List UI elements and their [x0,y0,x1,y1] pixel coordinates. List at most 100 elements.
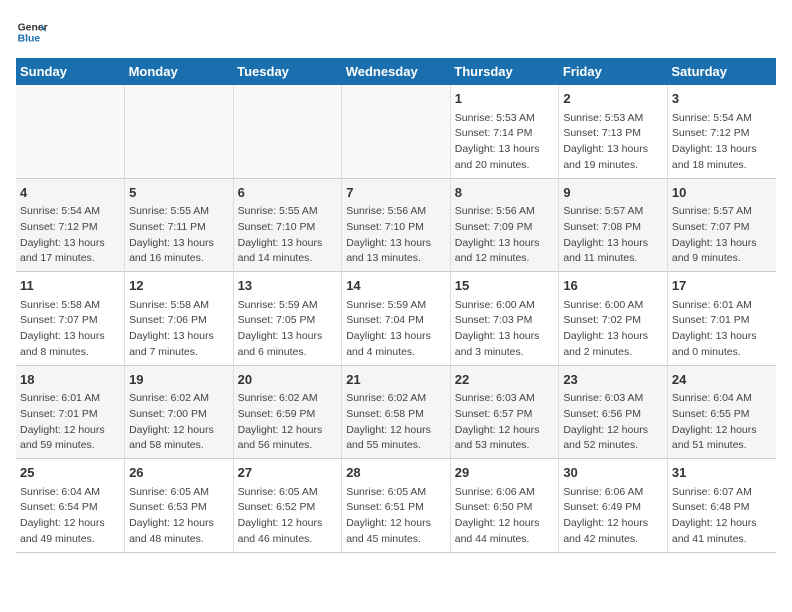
day-number: 12 [129,276,229,296]
svg-text:Blue: Blue [18,34,41,45]
day-info: Sunrise: 6:06 AM Sunset: 6:50 PM Dayligh… [455,485,555,548]
calendar-cell: 7Sunrise: 5:56 AM Sunset: 7:10 PM Daylig… [342,178,451,272]
day-number: 24 [672,370,772,390]
day-info: Sunrise: 5:56 AM Sunset: 7:10 PM Dayligh… [346,204,446,267]
calendar-cell: 21Sunrise: 6:02 AM Sunset: 6:58 PM Dayli… [342,365,451,459]
day-number: 25 [20,463,120,483]
day-number: 22 [455,370,555,390]
calendar-cell: 23Sunrise: 6:03 AM Sunset: 6:56 PM Dayli… [559,365,668,459]
day-number: 18 [20,370,120,390]
day-info: Sunrise: 5:57 AM Sunset: 7:07 PM Dayligh… [672,204,772,267]
calendar-cell: 29Sunrise: 6:06 AM Sunset: 6:50 PM Dayli… [450,459,559,553]
calendar-cell: 11Sunrise: 5:58 AM Sunset: 7:07 PM Dayli… [16,272,125,366]
calendar-cell: 10Sunrise: 5:57 AM Sunset: 7:07 PM Dayli… [667,178,776,272]
day-number: 17 [672,276,772,296]
day-header: Friday [559,58,668,85]
calendar-cell: 4Sunrise: 5:54 AM Sunset: 7:12 PM Daylig… [16,178,125,272]
day-number: 15 [455,276,555,296]
calendar-cell: 15Sunrise: 6:00 AM Sunset: 7:03 PM Dayli… [450,272,559,366]
day-number: 5 [129,183,229,203]
calendar-cell: 24Sunrise: 6:04 AM Sunset: 6:55 PM Dayli… [667,365,776,459]
day-number: 20 [238,370,338,390]
calendar-cell: 26Sunrise: 6:05 AM Sunset: 6:53 PM Dayli… [125,459,234,553]
calendar-week-row: 1Sunrise: 5:53 AM Sunset: 7:14 PM Daylig… [16,85,776,178]
calendar-cell: 2Sunrise: 5:53 AM Sunset: 7:13 PM Daylig… [559,85,668,178]
day-number: 13 [238,276,338,296]
day-number: 19 [129,370,229,390]
calendar-cell: 17Sunrise: 6:01 AM Sunset: 7:01 PM Dayli… [667,272,776,366]
day-number: 21 [346,370,446,390]
day-header: Monday [125,58,234,85]
day-info: Sunrise: 6:01 AM Sunset: 7:01 PM Dayligh… [20,391,120,454]
day-number: 10 [672,183,772,203]
calendar-cell: 14Sunrise: 5:59 AM Sunset: 7:04 PM Dayli… [342,272,451,366]
day-number: 3 [672,89,772,109]
calendar-cell: 13Sunrise: 5:59 AM Sunset: 7:05 PM Dayli… [233,272,342,366]
day-info: Sunrise: 5:59 AM Sunset: 7:04 PM Dayligh… [346,298,446,361]
day-number: 6 [238,183,338,203]
calendar-header-row: SundayMondayTuesdayWednesdayThursdayFrid… [16,58,776,85]
day-info: Sunrise: 5:58 AM Sunset: 7:07 PM Dayligh… [20,298,120,361]
day-number: 26 [129,463,229,483]
day-info: Sunrise: 6:04 AM Sunset: 6:55 PM Dayligh… [672,391,772,454]
day-info: Sunrise: 5:59 AM Sunset: 7:05 PM Dayligh… [238,298,338,361]
day-number: 11 [20,276,120,296]
calendar-cell: 30Sunrise: 6:06 AM Sunset: 6:49 PM Dayli… [559,459,668,553]
day-number: 23 [563,370,663,390]
calendar-cell: 19Sunrise: 6:02 AM Sunset: 7:00 PM Dayli… [125,365,234,459]
day-number: 16 [563,276,663,296]
calendar-cell: 28Sunrise: 6:05 AM Sunset: 6:51 PM Dayli… [342,459,451,553]
day-info: Sunrise: 6:01 AM Sunset: 7:01 PM Dayligh… [672,298,772,361]
calendar-cell: 16Sunrise: 6:00 AM Sunset: 7:02 PM Dayli… [559,272,668,366]
day-info: Sunrise: 5:53 AM Sunset: 7:14 PM Dayligh… [455,111,555,174]
day-info: Sunrise: 5:55 AM Sunset: 7:11 PM Dayligh… [129,204,229,267]
calendar-cell: 12Sunrise: 5:58 AM Sunset: 7:06 PM Dayli… [125,272,234,366]
day-number: 27 [238,463,338,483]
day-header: Saturday [667,58,776,85]
day-number: 7 [346,183,446,203]
day-number: 31 [672,463,772,483]
calendar-cell: 9Sunrise: 5:57 AM Sunset: 7:08 PM Daylig… [559,178,668,272]
day-info: Sunrise: 6:03 AM Sunset: 6:56 PM Dayligh… [563,391,663,454]
calendar-cell [342,85,451,178]
day-info: Sunrise: 5:57 AM Sunset: 7:08 PM Dayligh… [563,204,663,267]
day-number: 1 [455,89,555,109]
day-info: Sunrise: 5:56 AM Sunset: 7:09 PM Dayligh… [455,204,555,267]
calendar-week-row: 25Sunrise: 6:04 AM Sunset: 6:54 PM Dayli… [16,459,776,553]
calendar-cell: 27Sunrise: 6:05 AM Sunset: 6:52 PM Dayli… [233,459,342,553]
calendar-cell: 3Sunrise: 5:54 AM Sunset: 7:12 PM Daylig… [667,85,776,178]
day-info: Sunrise: 5:55 AM Sunset: 7:10 PM Dayligh… [238,204,338,267]
day-info: Sunrise: 6:03 AM Sunset: 6:57 PM Dayligh… [455,391,555,454]
day-number: 30 [563,463,663,483]
day-info: Sunrise: 6:02 AM Sunset: 7:00 PM Dayligh… [129,391,229,454]
day-number: 28 [346,463,446,483]
day-info: Sunrise: 6:04 AM Sunset: 6:54 PM Dayligh… [20,485,120,548]
day-header: Wednesday [342,58,451,85]
day-info: Sunrise: 5:54 AM Sunset: 7:12 PM Dayligh… [672,111,772,174]
calendar-cell: 18Sunrise: 6:01 AM Sunset: 7:01 PM Dayli… [16,365,125,459]
day-header: Tuesday [233,58,342,85]
day-header: Sunday [16,58,125,85]
day-number: 2 [563,89,663,109]
day-info: Sunrise: 6:02 AM Sunset: 6:59 PM Dayligh… [238,391,338,454]
day-info: Sunrise: 5:53 AM Sunset: 7:13 PM Dayligh… [563,111,663,174]
calendar-cell: 1Sunrise: 5:53 AM Sunset: 7:14 PM Daylig… [450,85,559,178]
day-info: Sunrise: 6:07 AM Sunset: 6:48 PM Dayligh… [672,485,772,548]
day-info: Sunrise: 6:05 AM Sunset: 6:51 PM Dayligh… [346,485,446,548]
calendar-cell [16,85,125,178]
calendar-week-row: 11Sunrise: 5:58 AM Sunset: 7:07 PM Dayli… [16,272,776,366]
day-number: 8 [455,183,555,203]
calendar-cell: 5Sunrise: 5:55 AM Sunset: 7:11 PM Daylig… [125,178,234,272]
day-number: 29 [455,463,555,483]
day-info: Sunrise: 6:02 AM Sunset: 6:58 PM Dayligh… [346,391,446,454]
day-info: Sunrise: 6:05 AM Sunset: 6:52 PM Dayligh… [238,485,338,548]
day-number: 4 [20,183,120,203]
calendar-cell: 6Sunrise: 5:55 AM Sunset: 7:10 PM Daylig… [233,178,342,272]
calendar-cell [233,85,342,178]
day-info: Sunrise: 6:00 AM Sunset: 7:02 PM Dayligh… [563,298,663,361]
calendar-cell: 22Sunrise: 6:03 AM Sunset: 6:57 PM Dayli… [450,365,559,459]
logo: General Blue [16,16,48,48]
calendar-cell: 20Sunrise: 6:02 AM Sunset: 6:59 PM Dayli… [233,365,342,459]
page-header: General Blue [16,16,776,48]
day-info: Sunrise: 5:54 AM Sunset: 7:12 PM Dayligh… [20,204,120,267]
